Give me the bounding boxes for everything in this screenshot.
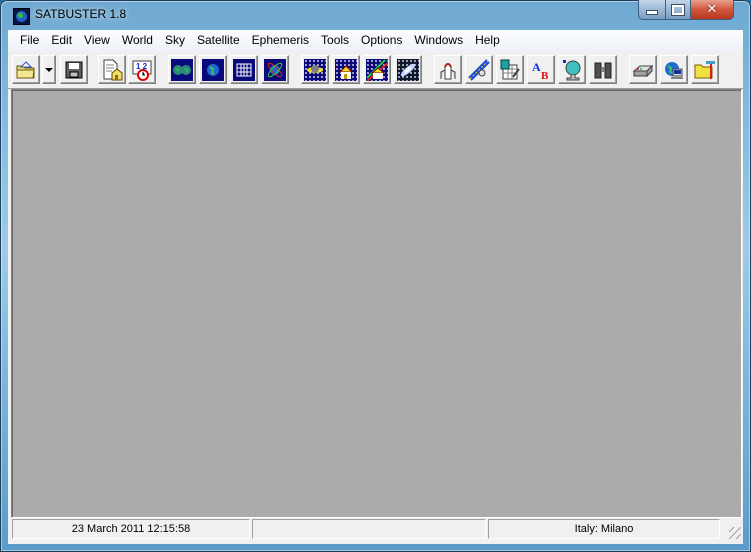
ephemeris-table-button[interactable] <box>496 55 524 84</box>
client-area: File Edit View World Sky Satellite Ephem… <box>8 30 743 544</box>
maximize-button[interactable] <box>666 0 691 20</box>
mdi-workspace[interactable] <box>11 89 742 518</box>
world-map-button[interactable] <box>168 55 196 84</box>
menu-sky[interactable]: Sky <box>159 31 191 50</box>
satellite-icon <box>468 58 490 81</box>
menu-file[interactable]: File <box>8 31 45 50</box>
status-datetime: 23 March 2011 12:15:58 <box>12 519 250 539</box>
calendar-clock-icon: 1 2 <box>132 60 152 81</box>
menu-edit[interactable]: Edit <box>45 31 78 50</box>
font-ab-icon: A B <box>532 60 549 81</box>
svg-text:A: A <box>532 60 541 74</box>
folder-tools-icon <box>694 60 715 79</box>
internet-computer-icon <box>665 61 683 79</box>
globe-icon <box>202 58 224 81</box>
date-time-button[interactable]: 1 2 <box>128 55 156 84</box>
house-sky-tracks-icon <box>366 58 389 82</box>
menu-windows[interactable]: Windows <box>408 31 469 50</box>
printer-icon <box>632 64 654 77</box>
sky-tracks-button[interactable] <box>363 55 391 84</box>
tools-folder-button[interactable] <box>691 55 719 84</box>
window-title: SATBUSTER 1.8 <box>35 7 127 21</box>
app-globe-icon[interactable] <box>13 8 30 25</box>
close-icon: ✕ <box>706 2 718 17</box>
menu-bar: File Edit View World Sky Satellite Ephem… <box>8 30 743 51</box>
satellite-button[interactable] <box>465 55 493 84</box>
world-map-icon <box>171 58 193 81</box>
binoculars-icon <box>594 62 612 78</box>
close-button[interactable]: ✕ <box>691 0 734 20</box>
menu-view[interactable]: View <box>78 31 116 50</box>
svg-text:B: B <box>541 70 549 81</box>
menu-tools[interactable]: Tools <box>315 31 355 50</box>
calculator-sheet-icon <box>500 59 520 79</box>
maximize-icon <box>672 4 684 15</box>
observer-location-button[interactable] <box>98 55 126 84</box>
menu-options[interactable]: Options <box>355 31 408 50</box>
app-window: SATBUSTER 1.8 ✕ File Edit View World Sky… <box>0 0 751 552</box>
open-folder-icon <box>16 60 35 78</box>
local-sky-button[interactable] <box>332 55 360 84</box>
save-button[interactable] <box>60 55 88 84</box>
menu-help[interactable]: Help <box>469 31 506 50</box>
menu-satellite[interactable]: Satellite <box>191 31 246 50</box>
space-shuttle-icon <box>440 62 456 79</box>
menu-ephemeris[interactable]: Ephemeris <box>246 31 315 50</box>
orbit-button[interactable] <box>261 55 289 84</box>
internet-update-button[interactable] <box>660 55 688 84</box>
house-sky-icon <box>335 58 357 81</box>
antenna-button[interactable] <box>558 55 586 84</box>
toolbar: 1 2 A B <box>8 52 743 89</box>
orbit-globe-icon <box>264 58 286 81</box>
caption-buttons: ✕ <box>638 0 734 20</box>
minimize-icon <box>646 10 658 15</box>
print-button[interactable] <box>629 55 657 84</box>
status-middle <box>252 519 486 539</box>
dish-antenna-icon <box>563 59 581 80</box>
status-location: Italy: Milano <box>488 519 720 539</box>
open-dropdown-button[interactable] <box>42 55 56 84</box>
globe-button[interactable] <box>199 55 227 84</box>
sky-planet-button[interactable] <box>301 55 329 84</box>
document-home-icon <box>103 59 123 80</box>
title-bar[interactable]: SATBUSTER 1.8 ✕ <box>0 0 751 30</box>
status-bar: 23 March 2011 12:15:58 Italy: Milano <box>8 518 743 540</box>
floppy-disk-icon <box>65 61 83 78</box>
minimize-button[interactable] <box>638 0 666 20</box>
observe-button[interactable] <box>589 55 617 84</box>
open-button[interactable] <box>12 55 40 84</box>
shuttle-button[interactable] <box>434 55 462 84</box>
grid-icon <box>233 58 255 81</box>
deep-sky-button[interactable] <box>394 55 422 84</box>
fonts-button[interactable]: A B <box>527 55 555 84</box>
planet-sky-icon <box>304 58 326 81</box>
galaxy-icon <box>397 58 419 81</box>
menu-world[interactable]: World <box>116 31 159 50</box>
grid-button[interactable] <box>230 55 258 84</box>
resize-grip-icon[interactable] <box>729 527 741 539</box>
